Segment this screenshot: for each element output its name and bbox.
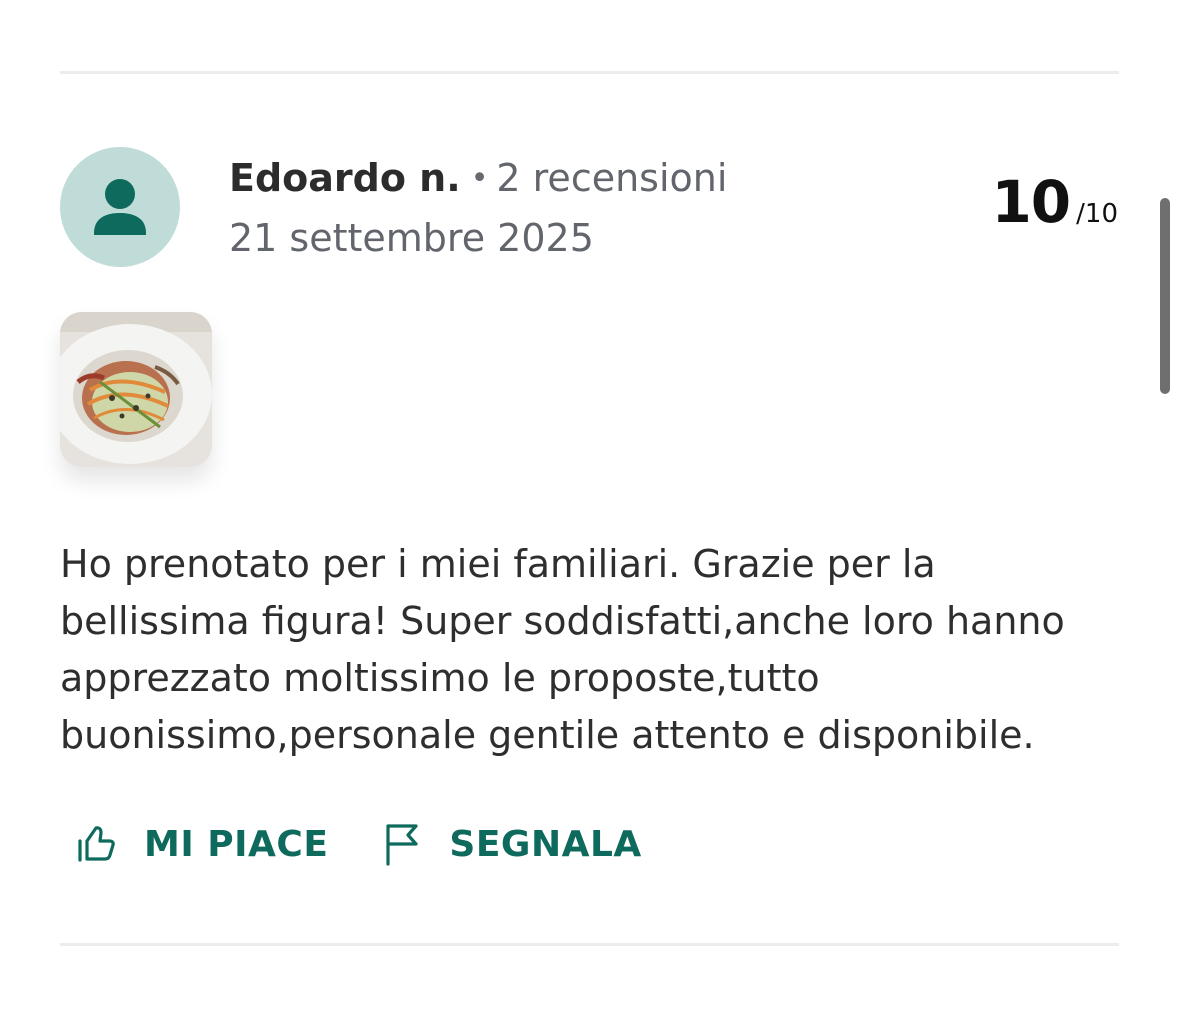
author-line: Edoardo n. • 2 recensioni [229,152,727,208]
thumbs-up-icon [76,824,116,864]
scrollbar[interactable] [1160,198,1170,394]
report-label: SEGNALA [449,823,642,865]
like-label: MI PIACE [144,823,329,865]
score-value: 10 [991,168,1071,236]
bottom-divider [60,943,1119,946]
review-meta: Edoardo n. • 2 recensioni 21 settembre 202… [229,152,727,264]
flag-icon [383,822,421,866]
like-button[interactable]: MI PIACE [76,824,328,865]
report-button[interactable]: SEGNALA [383,822,641,866]
avatar [60,147,180,267]
author-name[interactable]: Edoardo n. [229,156,461,200]
food-photo-image [60,312,212,467]
meta-separator: • [470,161,489,196]
top-divider [60,71,1119,74]
review-date: 21 settembre 2025 [229,216,594,260]
score-max: /10 [1076,199,1118,229]
review-text: Ho prenotato per i miei familiari. Grazi… [60,542,1065,757]
rating-score: 10/10 [991,168,1118,236]
user-icon [94,179,146,235]
review-actions: MI PIACE SEGNALA [60,814,642,874]
review-count: 2 recensioni [496,156,728,200]
review-photo[interactable] [60,312,212,467]
review-card: Edoardo n. • 2 recensioni 21 settembre 202… [0,0,1179,1014]
